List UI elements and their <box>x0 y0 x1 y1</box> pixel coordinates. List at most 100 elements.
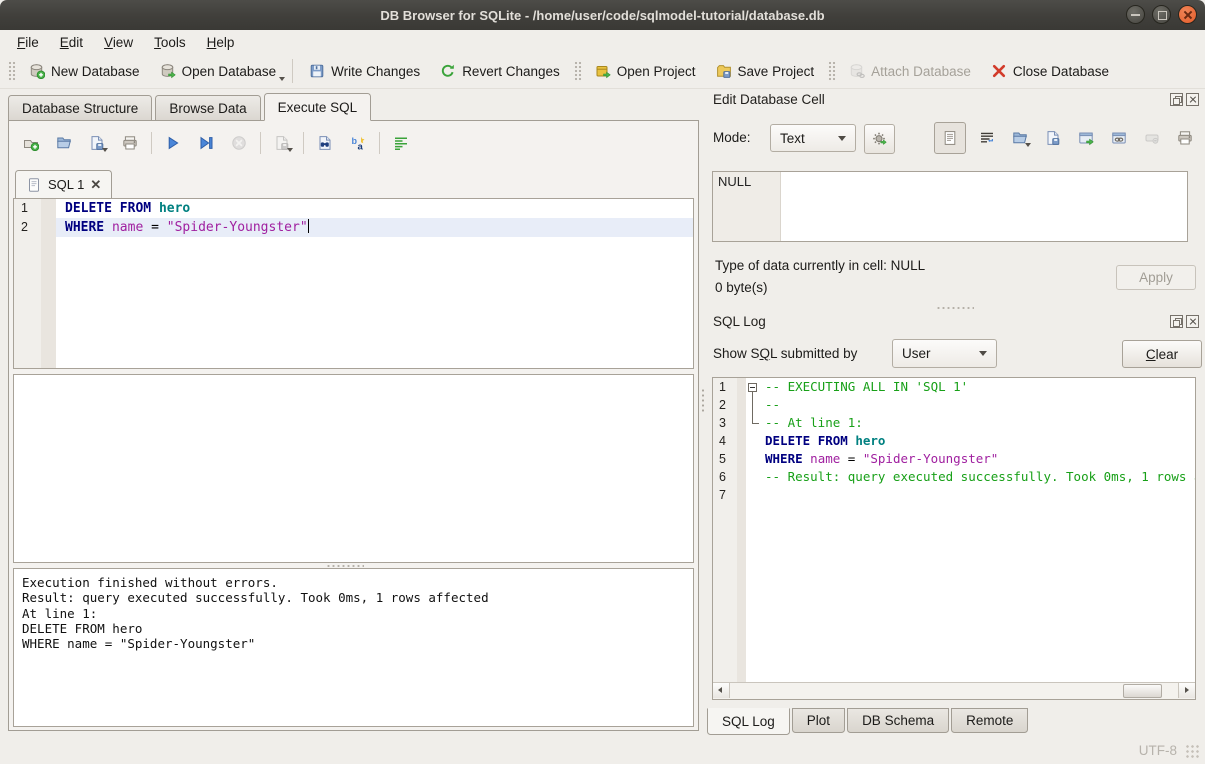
word-wrap-icon <box>979 130 995 146</box>
write-changes-button[interactable]: Write Changes <box>299 58 430 84</box>
dock-splitter[interactable] <box>936 306 974 310</box>
log-horizontal-scrollbar[interactable] <box>713 682 1195 699</box>
sql-token <box>104 220 112 235</box>
apply-settings-button[interactable] <box>864 124 895 154</box>
tab-sql-log[interactable]: SQL Log <box>707 708 790 735</box>
auto-format-button[interactable]: ba <box>346 131 370 155</box>
import-data-button[interactable] <box>1008 126 1032 150</box>
menu-item-edit[interactable]: Edit <box>51 32 92 53</box>
log-viewport[interactable]: 1-- EXECUTING ALL IN 'SQL 1'2--3-- At li… <box>712 377 1196 700</box>
sql-tab[interactable]: SQL 1 ✕ <box>15 170 112 198</box>
scrollbar-thumb[interactable] <box>1123 684 1162 698</box>
open-database-button[interactable]: Open Database <box>150 58 287 84</box>
submitter-select[interactable]: User <box>892 339 997 368</box>
message-line: At line 1: <box>22 606 685 621</box>
word-wrap-button[interactable] <box>975 126 999 150</box>
sql-token: name <box>112 220 143 235</box>
set-null-button <box>1140 126 1164 150</box>
window-controls <box>1126 5 1197 24</box>
auto-format-icon: ba <box>350 135 366 151</box>
toolbar-separator <box>260 132 261 154</box>
window-titlebar[interactable]: DB Browser for SQLite - /home/user/code/… <box>0 0 1205 30</box>
log-code-line: WHERE name = "Spider-Youngster" <box>762 450 1195 468</box>
cell-size-info: 0 byte(s) <box>715 280 768 295</box>
toggle-results-icon <box>393 135 409 151</box>
export-data-button[interactable] <box>1041 126 1065 150</box>
sql-tab-close-icon[interactable]: ✕ <box>90 177 101 193</box>
maximize-button[interactable] <box>1152 5 1171 24</box>
line-number: 4 <box>713 432 737 450</box>
float-panel-icon[interactable] <box>1170 315 1183 328</box>
save-project-button[interactable]: Save Project <box>706 58 825 84</box>
tab-db-schema[interactable]: DB Schema <box>847 708 949 733</box>
apply-button[interactable]: Apply <box>1116 265 1196 290</box>
save-sql-file-button[interactable] <box>85 131 109 155</box>
float-panel-icon[interactable] <box>1170 93 1183 106</box>
open-project-button[interactable]: Open Project <box>585 58 706 84</box>
close-panel-icon[interactable] <box>1186 315 1199 328</box>
sql-editor[interactable]: 1DELETE FROM hero2WHERE name = "Spider-Y… <box>13 198 694 369</box>
revert-changes-button[interactable]: Revert Changes <box>430 58 570 84</box>
close-button[interactable] <box>1178 5 1197 24</box>
print-button[interactable] <box>118 131 142 155</box>
toolbar-grip[interactable] <box>573 60 582 82</box>
open-sql-file-button[interactable] <box>52 131 76 155</box>
execute-current-line-button[interactable] <box>194 131 218 155</box>
copy-link-button[interactable] <box>1107 126 1131 150</box>
message-line: DELETE FROM hero <box>22 621 685 636</box>
cell-value-area[interactable] <box>781 172 1187 241</box>
fold-marker[interactable] <box>746 378 762 396</box>
gutter-stripe <box>737 378 746 396</box>
toggle-results-button[interactable] <box>389 131 413 155</box>
close-panel-icon[interactable] <box>1186 93 1199 106</box>
tab-browse-data[interactable]: Browse Data <box>155 95 260 121</box>
dropdown-caret-icon[interactable] <box>287 148 293 152</box>
scroll-left-arrow-icon[interactable] <box>713 683 730 698</box>
editor-code-line[interactable]: DELETE FROM hero <box>56 199 693 218</box>
scroll-right-arrow-icon[interactable] <box>1178 683 1195 698</box>
close-database-button[interactable]: Close Database <box>981 58 1119 84</box>
dropdown-caret-icon[interactable] <box>102 148 108 152</box>
tab-execute-sql[interactable]: Execute SQL <box>264 93 372 121</box>
line-number: 6 <box>713 468 737 486</box>
resize-grip[interactable] <box>1185 744 1200 759</box>
toolbar-grip[interactable] <box>7 60 16 82</box>
menu-item-help[interactable]: Help <box>198 32 244 53</box>
sql-token: FROM <box>120 201 151 216</box>
line-number: 3 <box>713 414 737 432</box>
messages-pane[interactable]: Execution finished without errors.Result… <box>13 568 694 727</box>
minimize-button[interactable] <box>1126 5 1145 24</box>
dropdown-caret-icon[interactable] <box>279 77 285 81</box>
sql-tab-bar: SQL 1 ✕ <box>15 170 112 198</box>
execute-all-button[interactable] <box>161 131 185 155</box>
print-cell-button[interactable] <box>1173 126 1197 150</box>
results-pane[interactable] <box>13 374 694 563</box>
new-database-button[interactable]: New Database <box>19 58 150 84</box>
tab-database-structure[interactable]: Database Structure <box>8 95 152 121</box>
write-changes-label: Write Changes <box>331 64 420 79</box>
tab-plot[interactable]: Plot <box>792 708 845 733</box>
status-bar: UTF-8 <box>0 735 1205 764</box>
sql-token: -- EXECUTING ALL IN 'SQL 1' <box>765 379 968 394</box>
sql-token: -- <box>765 397 780 412</box>
main-tab-bar: Database StructureBrowse DataExecute SQL <box>8 93 374 121</box>
toolbar-grip[interactable] <box>827 60 836 82</box>
open-external-button[interactable] <box>1074 126 1098 150</box>
tab-remote[interactable]: Remote <box>951 708 1028 733</box>
menu-item-tools[interactable]: Tools <box>145 32 195 53</box>
gutter-stripe <box>737 414 746 432</box>
new-tab-button[interactable] <box>19 131 43 155</box>
text-view-button[interactable] <box>934 122 966 154</box>
editor-code-line[interactable]: WHERE name = "Spider-Youngster" <box>56 218 693 237</box>
sql-token: DELETE <box>65 201 112 216</box>
clear-button[interactable]: Clear <box>1122 340 1202 368</box>
mode-select[interactable]: Text <box>770 124 856 152</box>
menu-item-file[interactable]: File <box>8 32 48 53</box>
dropdown-caret-icon[interactable] <box>1025 143 1031 147</box>
log-code-line: -- Result: query executed successfully. … <box>762 468 1196 486</box>
find-in-file-button[interactable] <box>313 131 337 155</box>
menu-item-view[interactable]: View <box>95 32 142 53</box>
save-results-button <box>270 131 294 155</box>
scrollbar-track[interactable] <box>730 683 1178 699</box>
vertical-splitter[interactable] <box>699 88 707 735</box>
